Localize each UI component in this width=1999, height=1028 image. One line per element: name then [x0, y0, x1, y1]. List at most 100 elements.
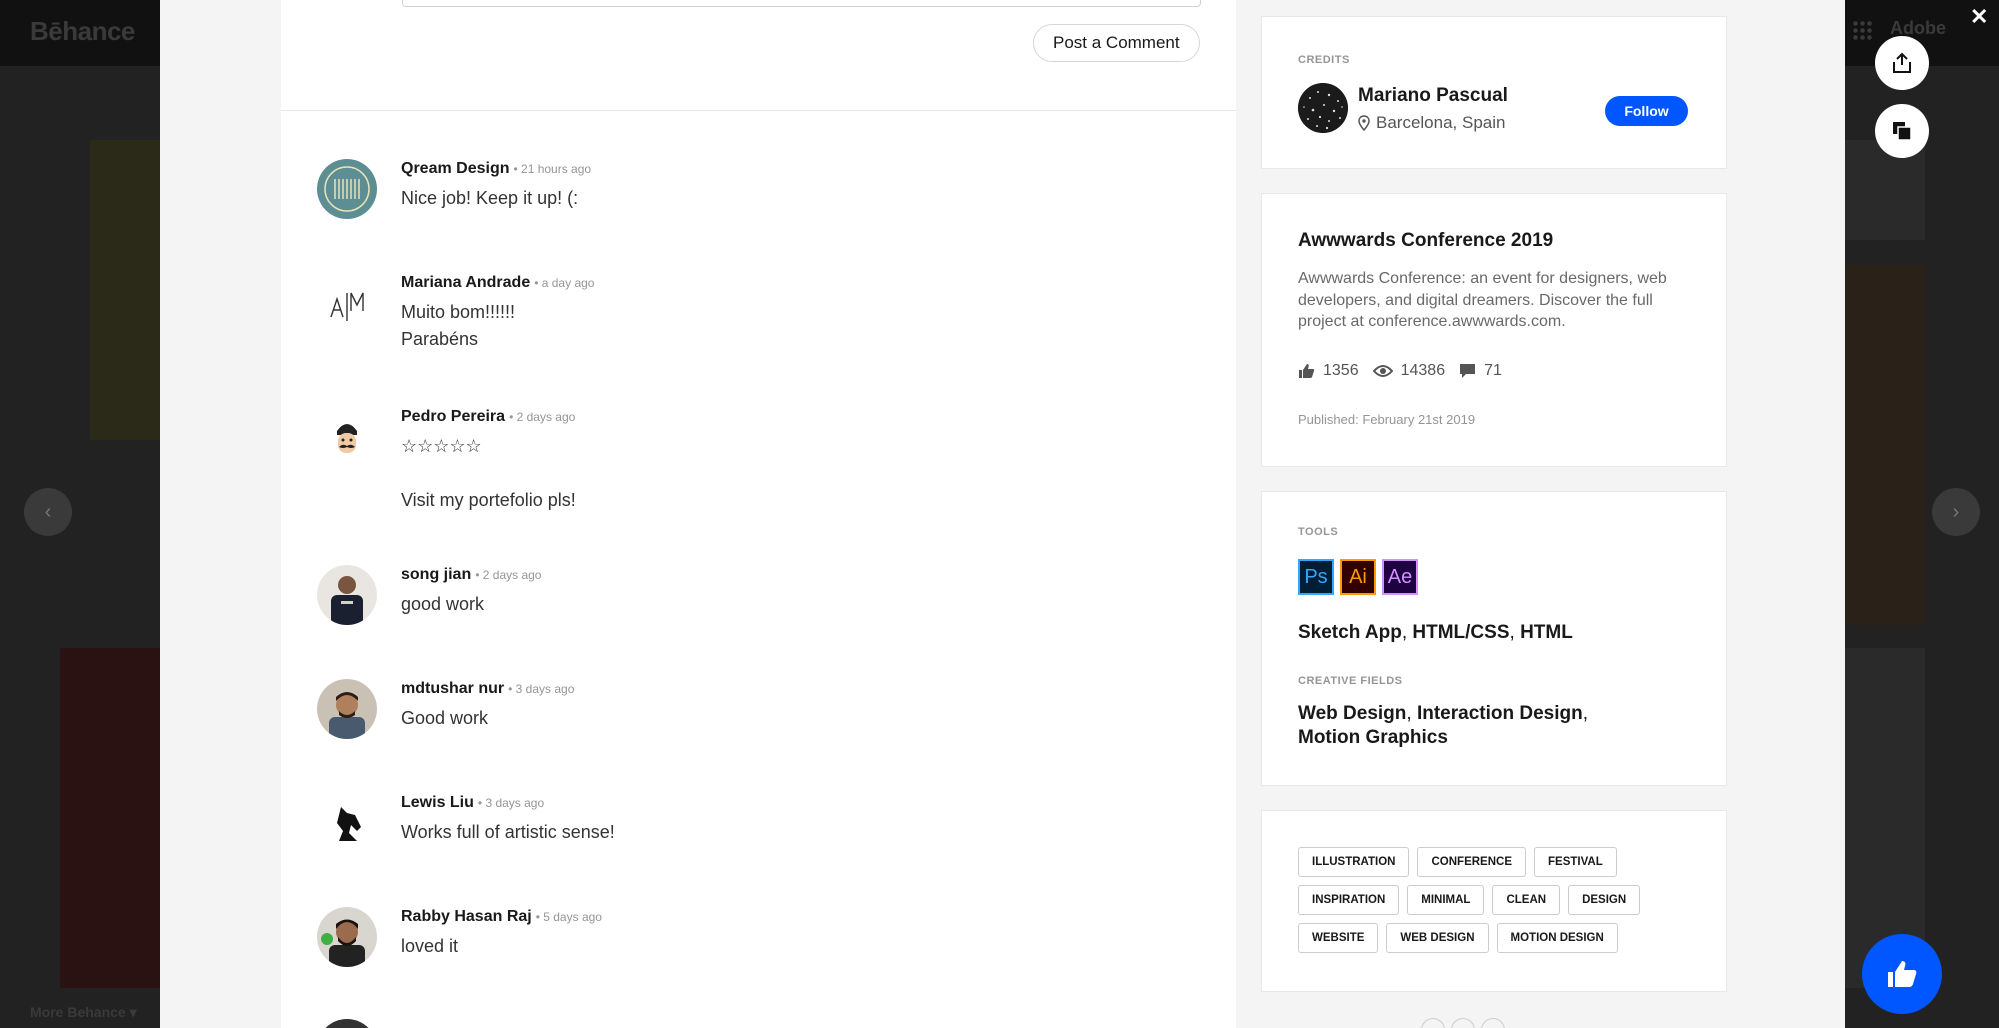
avatar[interactable]: [317, 273, 377, 333]
comment-author[interactable]: song jian: [401, 566, 471, 583]
apps-grid-icon[interactable]: [1852, 20, 1874, 42]
comment-time: • 2 days ago: [475, 568, 542, 582]
comment-author[interactable]: Rabby Hasan Raj: [401, 908, 532, 925]
tag-list: ILLUSTRATION CONFERENCE FESTIVAL INSPIRA…: [1298, 847, 1698, 961]
background-card: [60, 648, 160, 988]
avatar[interactable]: [317, 679, 377, 739]
avatar[interactable]: [317, 565, 377, 625]
avatar[interactable]: [317, 907, 377, 967]
credits-panel: CREDITS Mariano Pascual Barcelona, Spain…: [1261, 16, 1727, 169]
comment-text: Good work: [401, 708, 489, 728]
field-link[interactable]: Web Design: [1298, 703, 1406, 724]
comment-bubble-icon: [1460, 364, 1476, 378]
person-photo-icon: [321, 919, 365, 967]
tool-names: Sketch App, HTML/CSS, HTML: [1298, 622, 1573, 643]
location-text: Barcelona, Spain: [1376, 113, 1506, 132]
field-link[interactable]: Motion Graphics: [1298, 727, 1448, 748]
save-to-collection-button[interactable]: [1875, 104, 1929, 158]
tag[interactable]: CONFERENCE: [1417, 847, 1526, 877]
next-project-button[interactable]: ›: [1932, 488, 1980, 536]
comment-author[interactable]: mdtushar nur: [401, 680, 504, 697]
comment-textarea[interactable]: [402, 0, 1201, 7]
owner-name[interactable]: Mariano Pascual: [1358, 85, 1508, 107]
tools-label: TOOLS: [1298, 526, 1339, 538]
views-stat: 14386: [1372, 362, 1445, 380]
avatar[interactable]: [317, 407, 377, 467]
avatar[interactable]: [317, 793, 377, 853]
chevron-left-icon: ‹: [44, 500, 52, 523]
tool-icons: Ps Ai Ae: [1298, 559, 1418, 595]
comment-time: • 21 hours ago: [513, 162, 592, 176]
person-photo-icon: [331, 576, 363, 625]
comment-text: Muito bom!!!!!! Parabéns: [401, 302, 516, 349]
follow-button[interactable]: Follow: [1605, 96, 1688, 126]
tool-link[interactable]: HTML: [1520, 622, 1573, 643]
tag[interactable]: MINIMAL: [1407, 885, 1485, 915]
comment-time: • a day ago: [534, 276, 595, 290]
tool-link[interactable]: HTML/CSS: [1412, 622, 1509, 643]
tag[interactable]: INSPIRATION: [1298, 885, 1400, 915]
background-card: [90, 140, 160, 440]
share-icon[interactable]: [1421, 1018, 1445, 1028]
illustrator-icon[interactable]: Ai: [1340, 559, 1376, 595]
comment-text: ☆☆☆☆☆ Visit my portefolio pls!: [401, 436, 576, 510]
previous-project-button[interactable]: ‹: [24, 488, 72, 536]
tags-panel: ILLUSTRATION CONFERENCE FESTIVAL INSPIRA…: [1261, 810, 1727, 992]
qream-logo-icon: [324, 166, 370, 212]
project-stats: 1356 14386 71: [1298, 362, 1516, 380]
post-comment-button[interactable]: Post a Comment: [1033, 24, 1200, 62]
project-title: Awwwards Conference 2019: [1298, 230, 1554, 251]
project-modal: Post a Comment Qream Design • 21 hours a…: [160, 0, 1845, 1028]
share-icon[interactable]: [1481, 1018, 1505, 1028]
tag[interactable]: DESIGN: [1568, 885, 1641, 915]
speckled-avatar-icon: [1298, 83, 1348, 133]
avatar[interactable]: [317, 159, 377, 219]
comment-text: loved it: [401, 936, 459, 956]
creative-fields-label: CREATIVE FIELDS: [1298, 675, 1403, 687]
comment-text: good work: [401, 594, 485, 614]
project-info-panel: Awwwards Conference 2019 Awwwards Confer…: [1261, 193, 1727, 467]
appreciations-stat: 1356: [1298, 362, 1359, 380]
comment-author[interactable]: Lewis Liu: [401, 794, 474, 811]
owner-avatar[interactable]: [1298, 83, 1348, 133]
horse-logo-icon: [337, 807, 361, 841]
photoshop-icon[interactable]: Ps: [1298, 559, 1334, 595]
tag[interactable]: ILLUSTRATION: [1298, 847, 1410, 877]
comment-time: • 3 days ago: [508, 682, 575, 696]
comment-author[interactable]: Pedro Pereira: [401, 408, 505, 425]
monogram-am-icon: [330, 292, 364, 321]
tool-link[interactable]: Sketch App: [1298, 622, 1402, 643]
eye-icon: [1372, 365, 1393, 377]
share-icons-row: [1421, 1018, 1505, 1028]
comments-count: 71: [1484, 362, 1502, 379]
thumbs-up-icon: [1299, 364, 1315, 378]
share-icon[interactable]: [1451, 1018, 1475, 1028]
tools-panel: TOOLS Ps Ai Ae Sketch App, HTML/CSS, HTM…: [1261, 491, 1727, 786]
comment-time: • 2 days ago: [509, 410, 576, 424]
thumbs-up-icon: [1888, 961, 1917, 987]
comment-time: • 3 days ago: [477, 796, 545, 810]
tag[interactable]: WEBSITE: [1298, 923, 1379, 953]
comment-text: Nice job! Keep it up! (:: [401, 188, 579, 208]
share-button[interactable]: [1875, 36, 1929, 90]
comment-author[interactable]: Qream Design: [401, 160, 509, 177]
appreciate-button[interactable]: [1862, 934, 1942, 1014]
more-behance-link[interactable]: More Behance ▾: [30, 1004, 137, 1021]
comment-author[interactable]: Mariana Andrade: [401, 274, 530, 291]
tag[interactable]: WEB DESIGN: [1386, 923, 1489, 953]
location-pin-icon: [1358, 115, 1370, 131]
comments-stat: 71: [1459, 362, 1502, 380]
field-link[interactable]: Interaction Design: [1417, 703, 1583, 724]
tag[interactable]: FESTIVAL: [1534, 847, 1617, 877]
collection-icon: [1893, 122, 1912, 141]
avatar[interactable]: [317, 1019, 377, 1028]
close-icon[interactable]: ✕: [1970, 4, 1988, 30]
chevron-right-icon: ›: [1952, 500, 1960, 523]
after-effects-icon[interactable]: Ae: [1382, 559, 1418, 595]
tag[interactable]: MOTION DESIGN: [1496, 923, 1618, 953]
owner-location: Barcelona, Spain: [1358, 113, 1505, 133]
mustache-man-icon: [337, 424, 357, 453]
behance-logo[interactable]: Bēhance: [30, 16, 135, 47]
comment-text: Works full of artistic sense!: [401, 822, 615, 842]
tag[interactable]: CLEAN: [1492, 885, 1561, 915]
